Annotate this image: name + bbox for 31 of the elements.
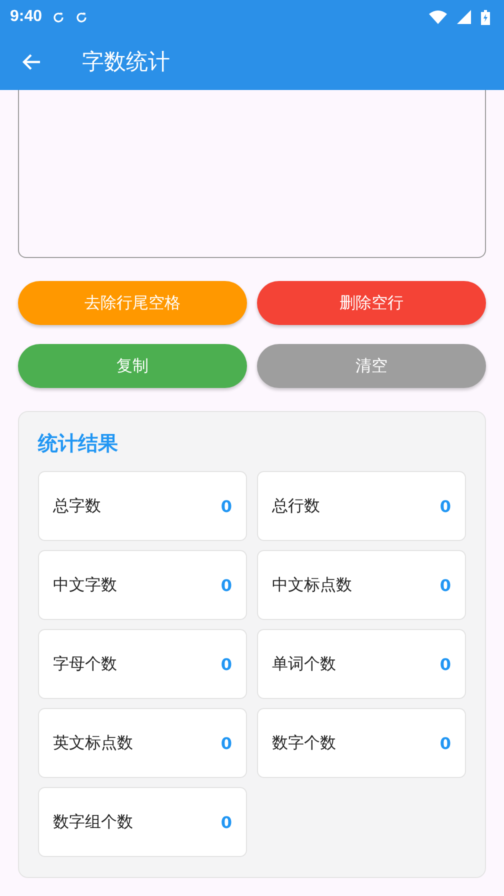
- stat-value: 0: [440, 576, 451, 594]
- wifi-icon: [429, 10, 447, 24]
- stat-value: 0: [440, 496, 451, 516]
- text-input-field[interactable]: [18, 90, 486, 258]
- stat-label: 总行数: [272, 496, 320, 516]
- stat-value: 0: [220, 576, 232, 594]
- action-button[interactable]: 删除空行: [257, 281, 486, 325]
- stat-value: 0: [220, 654, 232, 674]
- sync-icon: [52, 10, 66, 24]
- stat-value: 0: [220, 812, 232, 832]
- stat-value: 0: [220, 496, 232, 516]
- app-title: 字数统计: [82, 49, 170, 77]
- stat-label: 字母个数: [53, 654, 117, 674]
- stat-label: 数字个数: [272, 732, 336, 754]
- stat-label: 英文标点数: [53, 732, 133, 754]
- stat-label: 单词个数: [272, 654, 336, 674]
- sync-icon: [75, 10, 88, 24]
- results-title: 统计结果: [38, 430, 119, 457]
- stat-label: 中文标点数: [272, 574, 352, 596]
- action-button[interactable]: 去除行尾空格: [18, 281, 247, 325]
- status-time: 9:40: [10, 8, 42, 26]
- stat-value: 0: [220, 734, 232, 752]
- stat-value: 0: [440, 734, 451, 752]
- action-button[interactable]: 复制: [18, 344, 247, 388]
- action-button[interactable]: 清空: [257, 344, 486, 388]
- battery-icon: [481, 10, 490, 24]
- stat-label: 总字数: [53, 496, 101, 516]
- stat-value: 0: [440, 654, 451, 674]
- stat-label: 中文字数: [53, 574, 117, 596]
- stat-label: 数字组个数: [53, 812, 133, 832]
- signal-icon: [457, 10, 471, 24]
